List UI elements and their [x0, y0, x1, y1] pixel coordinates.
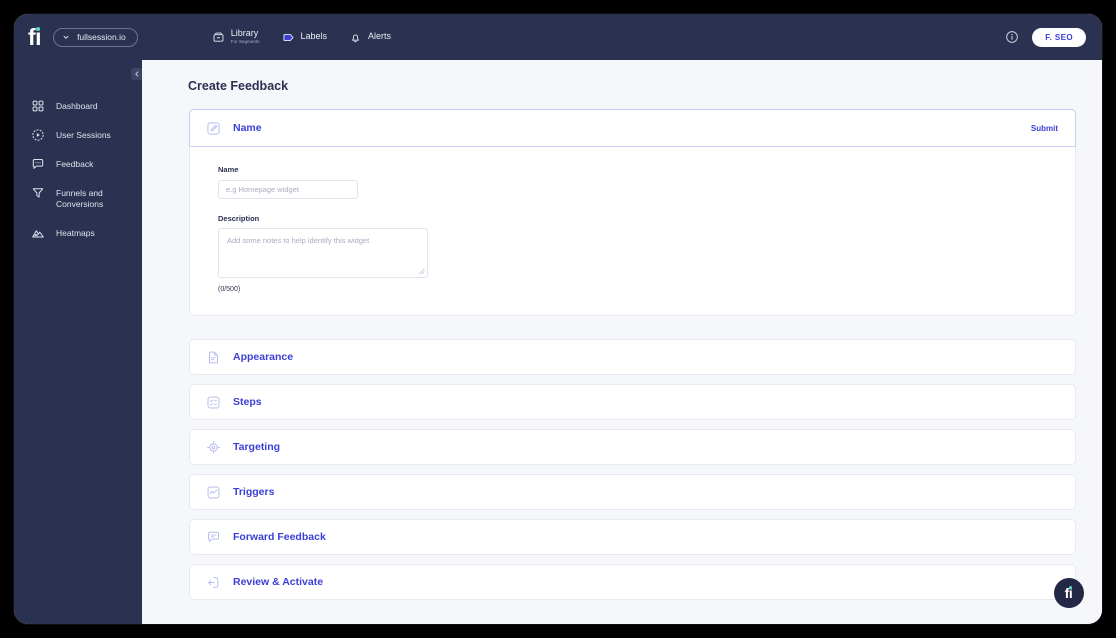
document-icon [209, 351, 218, 363]
sidebar: Dashboard User Sessions Feedback Funnels… [14, 60, 143, 624]
accordion-sections: Name Submit Name Description (0/500) [189, 109, 1076, 600]
section-header-targeting[interactable]: Targeting [190, 430, 1075, 464]
arrow-box-icon [208, 576, 219, 588]
logo-teal-dot [36, 26, 41, 31]
topnav-label-alerts: Alerts [368, 31, 392, 42]
description-char-counter: (0/500) [218, 286, 241, 293]
play-circle-icon [32, 129, 44, 141]
chat-bubble-icon [32, 158, 44, 169]
section-card-targeting[interactable]: Targeting [189, 429, 1076, 465]
archive-icon [213, 32, 224, 42]
edit-pencil-icon [207, 121, 220, 135]
account-badge[interactable]: F. SEO [1032, 27, 1086, 47]
topnav-sublabel-library: For Segments [230, 39, 260, 45]
section-header-name[interactable]: Name Submit [190, 110, 1075, 146]
name-field-label: Name [218, 165, 239, 174]
section-title-name: Name [233, 122, 262, 134]
page-title: Create Feedback [188, 79, 289, 93]
brand-area[interactable]: fi fullsession.io [28, 25, 138, 49]
fab-logo: fi [1065, 586, 1074, 600]
pulse-icon [207, 486, 220, 498]
bell-icon [352, 33, 360, 42]
description-textarea[interactable] [218, 228, 428, 278]
info-icon[interactable] [1005, 30, 1019, 44]
top-header-bar: fi fullsession.io Library For Segments L… [14, 14, 1102, 60]
section-header-triggers[interactable]: Triggers [190, 475, 1075, 509]
section-title-steps: Steps [233, 396, 262, 408]
section-name-body: Name Description (0/500) [189, 147, 1076, 316]
sidebar-item-funnels-and-conversions[interactable]: Funnels and Conversions [14, 179, 142, 219]
sidebar-label-user-sessions: User Sessions [56, 130, 111, 140]
site-selector-dropdown[interactable]: fullsession.io [53, 27, 138, 47]
section-header-review-activate[interactable]: Review & Activate [190, 565, 1075, 599]
sidebar-item-feedback[interactable]: Feedback [14, 150, 142, 179]
section-card-appearance[interactable]: Appearance [189, 339, 1076, 375]
grid-icon [32, 100, 44, 112]
section-header-forward-feedback[interactable]: Forward Feedback [190, 520, 1075, 554]
funnel-icon [32, 188, 44, 198]
header-right-actions: F. SEO [1005, 27, 1086, 47]
topnav-label-library: Library [230, 28, 259, 39]
section-title-targeting: Targeting [233, 441, 281, 453]
mountain-icon [32, 230, 44, 238]
chevron-left-icon [135, 71, 139, 77]
section-header-appearance[interactable]: Appearance [190, 340, 1075, 374]
crosshair-icon [207, 440, 220, 454]
section-title-triggers: Triggers [233, 486, 275, 498]
sidebar-label-heatmaps: Heatmaps [56, 227, 95, 238]
app-window: fi fullsession.io Library For Segments L… [14, 14, 1102, 624]
section-title-review-activate: Review & Activate [233, 576, 324, 588]
fullsession-logo[interactable]: fi [28, 25, 43, 49]
section-card-forward-feedback[interactable]: Forward Feedback [189, 519, 1076, 555]
main-content: Create Feedback Name Submit Name Descrip… [142, 60, 1102, 624]
section-title-forward-feedback: Forward Feedback [233, 531, 326, 543]
sidebar-item-dashboard[interactable]: Dashboard [14, 92, 142, 121]
submit-button[interactable]: Submit [1031, 124, 1058, 133]
sidebar-item-user-sessions[interactable]: User Sessions [14, 121, 142, 150]
site-name-label: fullsession.io [77, 32, 126, 42]
topnav-item-alerts[interactable]: Alerts [349, 31, 391, 44]
section-name-header-card: Name Submit [189, 109, 1076, 147]
section-title-appearance: Appearance [233, 351, 294, 363]
section-card-triggers[interactable]: Triggers [189, 474, 1076, 510]
sidebar-label-dashboard: Dashboard [56, 101, 98, 111]
sidebar-label-feedback: Feedback [56, 159, 94, 169]
tag-icon [283, 33, 294, 41]
section-card-steps[interactable]: Steps [189, 384, 1076, 420]
top-navigation: Library For Segments Labels Alerts [212, 28, 391, 45]
name-input[interactable] [218, 180, 358, 199]
chevron-down-icon [63, 35, 69, 39]
section-header-steps[interactable]: Steps [190, 385, 1075, 419]
description-field-label: Description [218, 214, 260, 223]
chat-forward-icon [208, 531, 219, 542]
checklist-icon [207, 396, 220, 408]
topnav-item-library[interactable]: Library For Segments [212, 28, 260, 45]
support-widget-button[interactable]: fi [1054, 578, 1084, 608]
sidebar-label-funnels-and-conversions: Funnels and Conversions [56, 188, 104, 210]
topnav-label-labels: Labels [300, 31, 328, 42]
description-field-wrap [218, 228, 428, 278]
section-card-review-activate[interactable]: Review & Activate [189, 564, 1076, 600]
topnav-item-labels[interactable]: Labels [282, 31, 328, 44]
sidebar-item-heatmaps[interactable]: Heatmaps [14, 219, 142, 248]
